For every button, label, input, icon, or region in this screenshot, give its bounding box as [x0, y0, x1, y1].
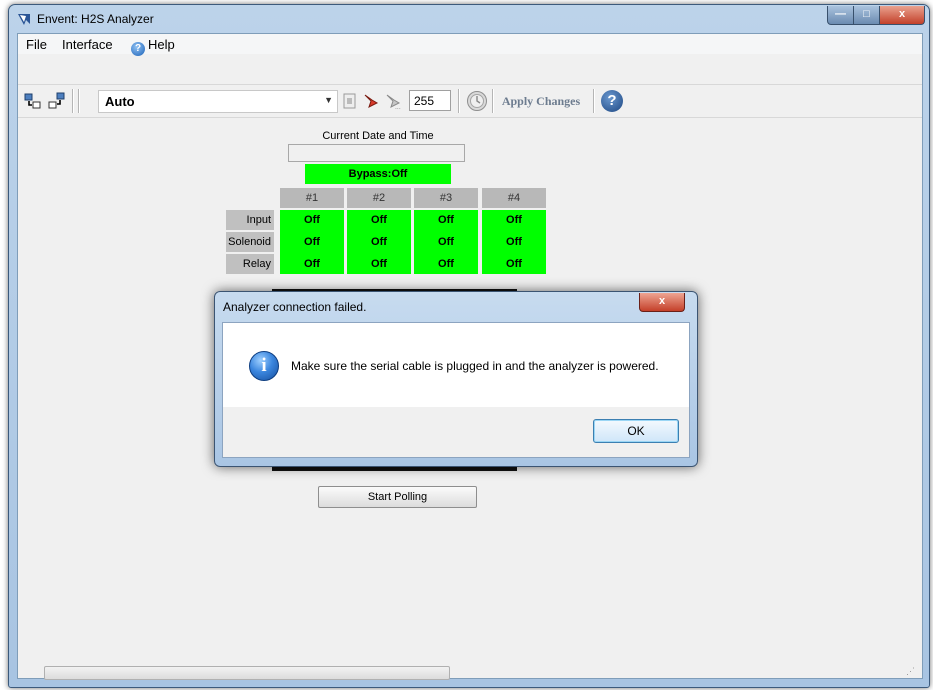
- close-button[interactable]: x: [879, 6, 925, 25]
- resize-grip-icon[interactable]: ⋰: [906, 666, 915, 677]
- mode-select[interactable]: Auto ▼: [98, 90, 338, 113]
- title-bar[interactable]: Envent: H2S Analyzer — □ x: [9, 5, 929, 33]
- apply-changes-button[interactable]: Apply Changes: [495, 90, 587, 112]
- row-label-relay: Relay: [226, 254, 274, 274]
- column-header: #1: [280, 188, 344, 208]
- dialog-body: i Make sure the serial cable is plugged …: [222, 322, 690, 408]
- status-cell: Off: [280, 254, 344, 274]
- row-label-input: Input: [226, 210, 274, 230]
- status-cell: Off: [414, 232, 478, 252]
- flask-red-icon[interactable]: [362, 92, 380, 110]
- status-cell: Off: [280, 210, 344, 230]
- column-header: #2: [347, 188, 411, 208]
- info-icon: i: [249, 351, 279, 381]
- bypass-status: Bypass:Off: [305, 164, 451, 184]
- status-cell: Off: [347, 210, 411, 230]
- toolbar-separator: [593, 89, 595, 113]
- start-polling-button[interactable]: Start Polling: [318, 486, 477, 508]
- help-button[interactable]: ?: [601, 90, 623, 112]
- mode-select-value: Auto: [105, 94, 135, 109]
- toolbar-separator: [492, 89, 494, 113]
- dialog-message: Make sure the serial cable is plugged in…: [291, 359, 659, 373]
- app-icon: [18, 14, 30, 25]
- status-cell: Off: [482, 254, 546, 274]
- toolbar-separator: [72, 89, 74, 113]
- status-cell: Off: [280, 232, 344, 252]
- connect-icon[interactable]: [24, 92, 42, 110]
- status-cell: Off: [414, 254, 478, 274]
- horizontal-scrollbar[interactable]: [44, 666, 450, 680]
- svg-text:...: ...: [395, 104, 401, 110]
- ok-button[interactable]: OK: [593, 419, 679, 443]
- flask-gray-icon[interactable]: ...: [384, 92, 402, 110]
- numeric-input[interactable]: [409, 90, 451, 111]
- menu-help[interactable]: ? Help: [131, 37, 175, 56]
- status-cell: Off: [414, 210, 478, 230]
- chevron-down-icon: ▼: [324, 95, 333, 105]
- datetime-label: Current Date and Time: [322, 130, 434, 142]
- minimize-button[interactable]: —: [827, 6, 854, 25]
- menu-interface[interactable]: Interface: [62, 37, 113, 52]
- disconnect-icon[interactable]: [48, 92, 66, 110]
- dialog-close-button[interactable]: x: [639, 293, 685, 312]
- error-dialog: Analyzer connection failed. x i Make sur…: [214, 291, 698, 467]
- status-cell: Off: [482, 210, 546, 230]
- maximize-button[interactable]: □: [853, 6, 880, 25]
- menu-bar: File Interface ? Help: [18, 34, 922, 56]
- column-header: #3: [414, 188, 478, 208]
- status-cell: Off: [482, 232, 546, 252]
- menu-file[interactable]: File: [26, 37, 47, 52]
- dialog-footer: OK: [222, 407, 690, 458]
- clock-icon[interactable]: [466, 90, 488, 112]
- status-cell: Off: [347, 254, 411, 274]
- window-title: Envent: H2S Analyzer: [37, 12, 154, 26]
- toolbar: Auto ▼ ... Apply Changes: [18, 84, 922, 118]
- status-cell: Off: [347, 232, 411, 252]
- menu-help-label: Help: [148, 37, 175, 52]
- dialog-title: Analyzer connection failed.: [223, 300, 367, 314]
- toolbar-separator: [78, 89, 80, 113]
- toolbar-separator: [458, 89, 460, 113]
- row-label-solenoid: Solenoid: [226, 232, 274, 252]
- column-header: #4: [482, 188, 546, 208]
- document-icon[interactable]: [341, 92, 359, 110]
- help-icon: ?: [131, 42, 145, 56]
- datetime-field: [288, 144, 465, 162]
